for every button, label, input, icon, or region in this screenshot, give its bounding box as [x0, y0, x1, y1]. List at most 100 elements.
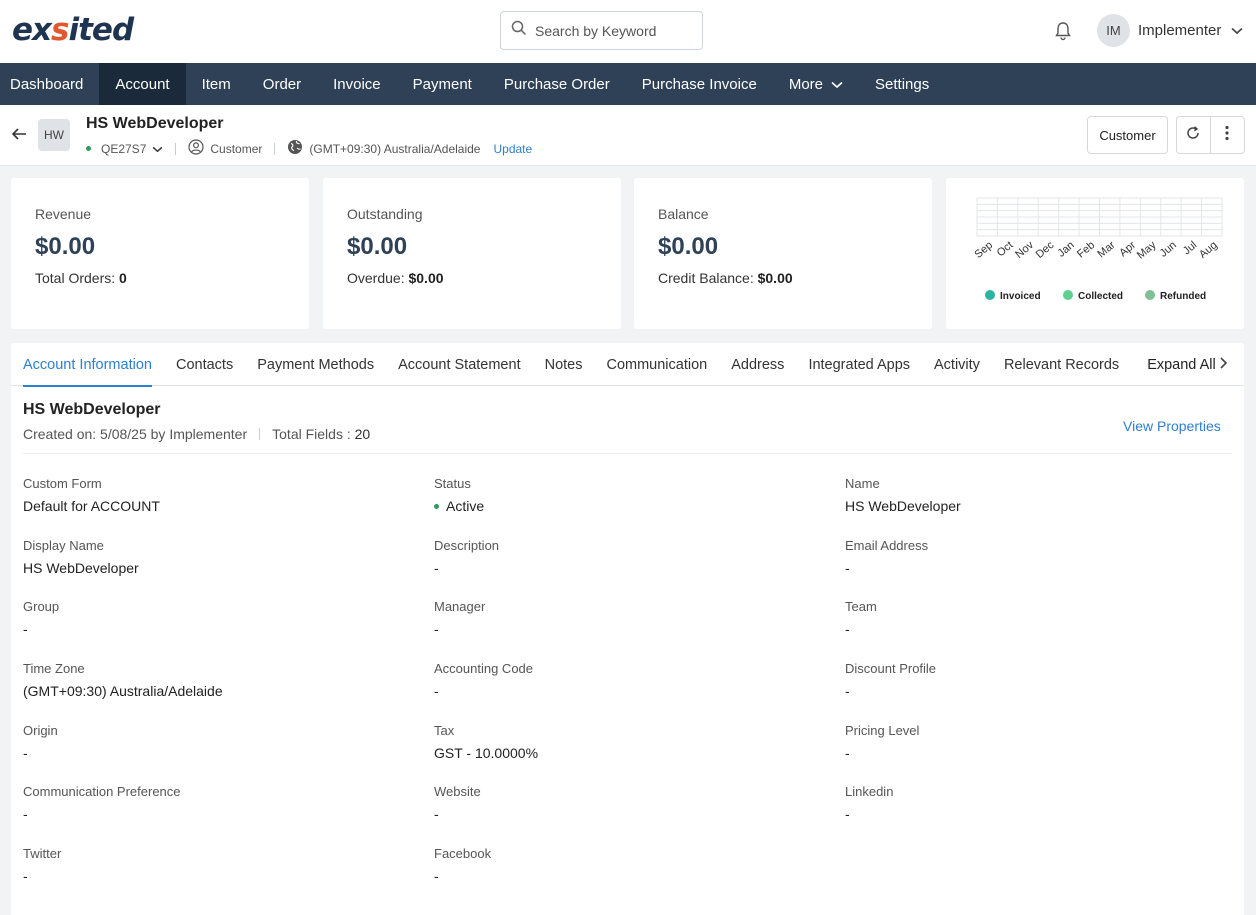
field-label: Status: [434, 476, 471, 491]
field-value: Active: [434, 498, 834, 514]
nav-purchase-order[interactable]: Purchase Order: [488, 63, 626, 105]
divider: [274, 142, 276, 155]
field-manager: Manager -: [434, 599, 834, 637]
field-value: GST - 10.0000%: [434, 745, 539, 761]
expand-all-button[interactable]: Expand All: [1131, 343, 1228, 386]
field-value: -: [23, 806, 28, 822]
search-box[interactable]: [500, 11, 703, 50]
tab-account-statement[interactable]: Account Statement: [386, 343, 533, 386]
more-options-button[interactable]: [1211, 117, 1245, 153]
nav-item[interactable]: Item: [186, 63, 247, 105]
field-label: Email Address: [845, 538, 929, 553]
field-label: Twitter: [23, 846, 62, 861]
nav-invoice[interactable]: Invoice: [317, 63, 397, 105]
tab-account-information[interactable]: Account Information: [11, 343, 164, 387]
created-on: Created on: 5/08/25 by Implementer: [23, 426, 248, 442]
tab-contacts[interactable]: Contacts: [164, 343, 245, 386]
field-website: Website -: [434, 784, 834, 822]
field-tax: Tax GST - 10.0000%: [434, 723, 834, 761]
x-tick-label: Aug: [1197, 239, 1220, 261]
x-tick-label: Mar: [1095, 239, 1117, 261]
search-input[interactable]: [535, 22, 695, 39]
account-type: Customer: [210, 141, 263, 156]
field-accounting-code: Accounting Code -: [434, 661, 834, 699]
field-value: Default for ACCOUNT: [23, 498, 160, 514]
search-icon: [511, 20, 527, 41]
chevron-down-icon[interactable]: [152, 142, 163, 156]
chevron-down-icon: [1231, 22, 1243, 40]
credit-balance: Credit Balance: $0.00: [658, 270, 793, 286]
revenue-label: Revenue: [35, 206, 92, 222]
tab-activity[interactable]: Activity: [922, 343, 992, 386]
user-name: Implementer: [1138, 22, 1222, 39]
field-label: Website: [434, 784, 481, 799]
divider: [175, 142, 177, 155]
revenue-chart: Sep OctNovDec JanFebMar AprMay Jun JulAug Invo…: [972, 197, 1223, 302]
tab-notes[interactable]: Notes: [533, 343, 595, 386]
refresh-button[interactable]: [1177, 117, 1211, 153]
status-dot-icon: [434, 503, 439, 509]
field-name: Name HS WebDeveloper: [845, 476, 1245, 514]
account-header: HW HS WebDeveloper QE27S7 Customer (GMT+…: [0, 105, 1256, 166]
tab-relevant-records[interactable]: Relevant Records: [992, 343, 1131, 386]
nav-dashboard[interactable]: Dashboard: [0, 63, 99, 105]
chevron-right-icon[interactable]: [1218, 356, 1228, 375]
overdue: Overdue: $0.00: [347, 270, 444, 286]
field-value: -: [23, 621, 28, 637]
nav-account[interactable]: Account: [99, 63, 186, 105]
field-value: -: [845, 621, 850, 637]
outstanding-card: Outstanding $0.00 Overdue: $0.00: [323, 178, 621, 329]
tab-address[interactable]: Address: [719, 343, 796, 386]
bell-icon[interactable]: [1052, 20, 1074, 42]
refresh-icon: [1185, 125, 1201, 146]
update-link[interactable]: Update: [493, 142, 532, 156]
field-label: Group: [23, 599, 60, 614]
x-tick-label: Apr: [1117, 239, 1138, 259]
field-label: Display Name: [23, 538, 104, 553]
nav-purchase-invoice[interactable]: Purchase Invoice: [626, 63, 773, 105]
exsited-logo[interactable]: exsited: [12, 12, 134, 48]
nav-settings[interactable]: Settings: [859, 63, 945, 105]
field-facebook: Facebook -: [434, 846, 834, 884]
field-linkedin: Linkedin -: [845, 784, 1245, 822]
tab-communication[interactable]: Communication: [594, 343, 719, 386]
x-tick-label: Sep: [972, 239, 995, 261]
field-value: -: [434, 868, 439, 884]
x-tick-label: Dec: [1034, 239, 1057, 261]
x-tick-label: Jan: [1055, 239, 1076, 260]
user-menu[interactable]: IM Implementer: [1097, 14, 1243, 47]
revenue-value: $0.00: [35, 233, 96, 260]
field-value: (GMT+09:30) Australia/Adelaide: [23, 683, 223, 699]
field-label: Communication Preference: [23, 784, 181, 799]
field-label: Pricing Level: [845, 723, 920, 738]
tab-integrated-apps[interactable]: Integrated Apps: [796, 343, 922, 386]
status-dot-icon: [86, 146, 91, 151]
field-label: Linkedin: [845, 784, 894, 799]
field-value: -: [845, 745, 850, 761]
field-label: Discount Profile: [845, 661, 937, 676]
field-value: HS WebDeveloper: [23, 560, 139, 576]
field-value: -: [845, 806, 850, 822]
top-header: exsited IM Implementer: [0, 0, 1256, 63]
customer-button[interactable]: Customer: [1087, 116, 1168, 154]
status-value: Active: [446, 498, 485, 514]
field-label: Time Zone: [23, 661, 85, 676]
nav-more[interactable]: More: [773, 63, 859, 105]
section-meta: Created on: 5/08/25 by Implementer Total…: [23, 426, 370, 442]
nav-payment[interactable]: Payment: [397, 63, 488, 105]
field-team: Team -: [845, 599, 1245, 637]
field-label: Origin: [23, 723, 58, 738]
legend-marker-invoiced: [985, 290, 995, 300]
nav-order[interactable]: Order: [247, 63, 317, 105]
tab-bar: Account Information Contacts Payment Met…: [11, 343, 1244, 387]
x-tick-label: Jun: [1158, 239, 1179, 260]
total-fields: Total Fields : 20: [272, 426, 371, 442]
tab-payment-methods[interactable]: Payment Methods: [245, 343, 386, 386]
legend-marker-refunded: [1145, 290, 1155, 300]
account-code[interactable]: QE27S7: [101, 142, 146, 156]
field-value: -: [845, 560, 850, 576]
field-label: Accounting Code: [434, 661, 534, 676]
x-tick-label: Feb: [1075, 239, 1097, 260]
view-properties-link[interactable]: View Properties: [1123, 418, 1221, 434]
back-arrow-icon[interactable]: [10, 125, 28, 143]
